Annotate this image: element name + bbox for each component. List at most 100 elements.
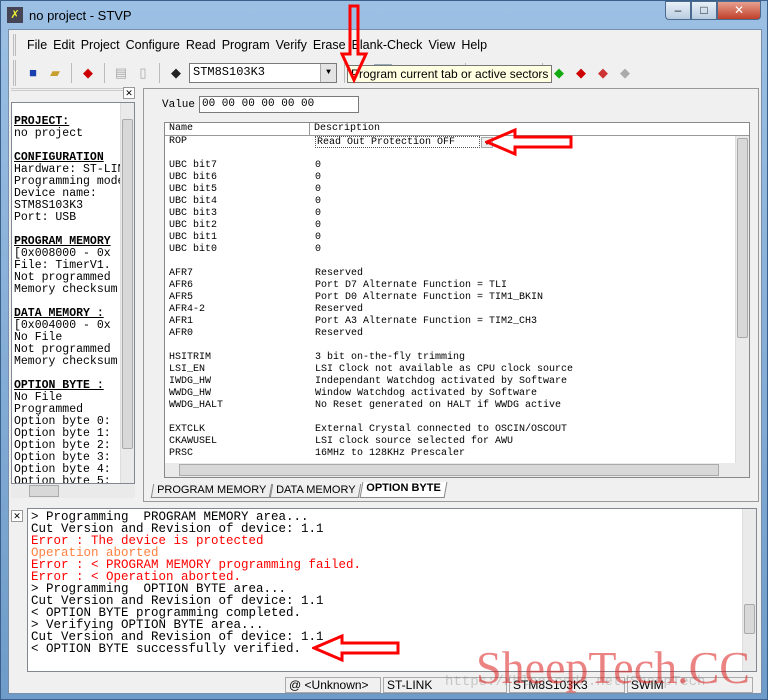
paste-icon[interactable]: ▤ xyxy=(112,64,130,82)
option-row[interactable]: HSITRIM 3 bit on-the-fly trimming xyxy=(165,352,749,364)
column-header-description[interactable]: Description xyxy=(310,123,380,135)
save-icon[interactable]: ■ xyxy=(24,64,42,82)
row-spacer xyxy=(165,256,749,268)
info-panel-content: PROJECT: no project CONFIGURATION Hardware:… xyxy=(11,102,135,484)
column-header-name[interactable]: Name xyxy=(165,123,310,135)
option-name: UBC bit7 xyxy=(169,160,218,171)
option-row[interactable]: UBC bit1 0 xyxy=(165,232,749,244)
verify-tabs-icon[interactable]: ◆ xyxy=(594,64,612,82)
device-select[interactable]: STM8S103K3 ▼ xyxy=(189,63,337,83)
close-log-icon[interactable]: ✕ xyxy=(11,510,23,522)
option-name: UBC bit1 xyxy=(169,232,218,243)
grid-horizontal-scrollbar[interactable] xyxy=(165,463,749,477)
menu-configure[interactable]: Configure xyxy=(123,38,183,52)
stvp-app-icon: ✗ xyxy=(7,7,23,23)
project-chip-icon[interactable]: ◆ xyxy=(79,64,97,82)
option-row[interactable]: AFR4-2 Reserved xyxy=(165,304,749,316)
option-row[interactable]: CKAWUSEL LSI clock source selected for AW… xyxy=(165,436,749,448)
option-name: EXTCLK xyxy=(169,424,206,435)
option-description: LSI clock source selected for AWU xyxy=(315,436,514,447)
option-row[interactable]: PRSC 16MHz to 128KHz Prescaler xyxy=(165,448,749,460)
option-row[interactable]: WWDG_HALT No Reset generated on HALT if W… xyxy=(165,400,749,412)
option-description: 0 xyxy=(315,184,322,195)
option-row[interactable]: UBC bit0 0 xyxy=(165,244,749,256)
option-row[interactable]: AFR5 Port D0 Alternate Function = TIM1_BK… xyxy=(165,292,749,304)
program-tabs-icon[interactable]: ◆ xyxy=(572,64,590,82)
close-panel-icon[interactable]: ✕ xyxy=(123,87,135,99)
window-title: no project - STVP xyxy=(29,7,132,23)
value-label: Value xyxy=(162,99,196,111)
annotation-arrow-left-log xyxy=(312,633,400,663)
option-row[interactable]: AFR6 Port D7 Alternate Function = TLI xyxy=(165,280,749,292)
erase-tabs-icon[interactable]: ◆ xyxy=(616,64,634,82)
memory-tabs: PROGRAM MEMORY DATA MEMORY OPTION BYTE xyxy=(150,482,447,498)
open-folder-icon[interactable]: ▰ xyxy=(46,64,64,82)
grid-vertical-scrollbar[interactable] xyxy=(735,136,749,464)
option-row[interactable]: UBC bit7 0 xyxy=(165,160,749,172)
option-name: CKAWUSEL xyxy=(169,436,218,447)
option-description: 16MHz to 128KHz Prescaler xyxy=(315,448,466,459)
rop-dropdown[interactable]: Read Out Protection OFF ▼ xyxy=(315,136,493,148)
option-row[interactable]: UBC bit6 0 xyxy=(165,172,749,184)
value-input[interactable]: 00 00 00 00 00 00 xyxy=(199,96,359,113)
menu-view[interactable]: View xyxy=(425,38,458,52)
horizontal-scrollbar[interactable] xyxy=(11,484,135,498)
option-description: 0 xyxy=(315,196,322,207)
menu-help[interactable]: Help xyxy=(458,38,490,52)
option-name: IWDG_HW xyxy=(169,376,212,387)
option-description: Port D7 Alternate Function = TLI xyxy=(315,280,508,291)
option-description: 0 xyxy=(315,244,322,255)
option-row[interactable]: WWDG_HW Window Watchdog activated by Soft… xyxy=(165,388,749,400)
row-spacer xyxy=(165,340,749,352)
client-area: File Edit Project Configure Read Program Verif… xyxy=(8,29,762,694)
option-description: Reserved xyxy=(315,304,364,315)
document-icon[interactable]: ▯ xyxy=(134,64,152,82)
tab-option-byte[interactable]: OPTION BYTE xyxy=(359,482,447,498)
tab-program-memory[interactable]: PROGRAM MEMORY xyxy=(150,484,273,498)
option-name: UBC bit0 xyxy=(169,244,218,255)
minimize-button[interactable]: – xyxy=(665,1,691,20)
chevron-down-icon[interactable]: ▼ xyxy=(320,64,336,82)
option-description: 0 xyxy=(315,208,322,219)
option-row[interactable]: UBC bit4 0 xyxy=(165,196,749,208)
info-line: Port: USB xyxy=(14,211,77,224)
option-description[interactable]: Read Out Protection OFF ▼ xyxy=(310,136,493,148)
option-row[interactable]: UBC bit2 0 xyxy=(165,220,749,232)
vertical-scrollbar[interactable] xyxy=(120,103,134,483)
option-row[interactable]: UBC bit3 0 xyxy=(165,208,749,220)
option-row[interactable]: EXTCLK External Crystal connected to OSCI… xyxy=(165,424,749,436)
menu-verify[interactable]: Verify xyxy=(273,38,310,52)
option-row[interactable]: LSI_EN LSI Clock not available as CPU clo… xyxy=(165,364,749,376)
option-description: No Reset generated on HALT if WWDG activ… xyxy=(315,400,562,411)
read-tabs-icon[interactable]: ◆ xyxy=(550,64,568,82)
menu-file[interactable]: File xyxy=(24,38,50,52)
close-button[interactable]: ✕ xyxy=(717,1,761,20)
option-description: Port D0 Alternate Function = TIM1_BKIN xyxy=(315,292,544,303)
option-name: WWDG_HALT xyxy=(169,400,224,411)
option-row[interactable]: IWDG_HW Independant Watchdog activated by… xyxy=(165,376,749,388)
info-line: Option byte 5: xyxy=(14,475,111,484)
menu-read[interactable]: Read xyxy=(183,38,219,52)
option-row[interactable]: ROP Read Out Protection OFF ▼ xyxy=(165,136,749,148)
option-row[interactable]: AFR1 Port A3 Alternate Function = TIM2_CH… xyxy=(165,316,749,328)
option-byte-panel: Value 00 00 00 00 00 00 Name Description… xyxy=(143,88,759,502)
annotation-arrow-down xyxy=(340,4,369,84)
menu-edit[interactable]: Edit xyxy=(50,38,78,52)
menu-program[interactable]: Program xyxy=(219,38,273,52)
row-spacer xyxy=(165,148,749,160)
option-name: AFR4-2 xyxy=(169,304,206,315)
menu-project[interactable]: Project xyxy=(78,38,123,52)
option-row[interactable]: UBC bit5 0 xyxy=(165,184,749,196)
option-description: 3 bit on-the-fly trimming xyxy=(315,352,466,363)
maximize-button[interactable]: □ xyxy=(691,1,717,20)
option-description: Independant Watchdog activated by Softwa… xyxy=(315,376,568,387)
option-name: AFR6 xyxy=(169,280,194,291)
option-description: Port A3 Alternate Function = TIM2_CH3 xyxy=(315,316,538,327)
option-row[interactable]: AFR7 Reserved xyxy=(165,268,749,280)
tooltip: Program current tab or active sectors xyxy=(347,65,553,83)
option-description: 0 xyxy=(315,160,322,171)
tab-data-memory[interactable]: DATA MEMORY xyxy=(269,484,362,498)
info-line: Memory checksum xyxy=(14,283,118,296)
option-row[interactable]: AFR0 Reserved xyxy=(165,328,749,340)
log-vertical-scrollbar[interactable] xyxy=(742,509,756,671)
